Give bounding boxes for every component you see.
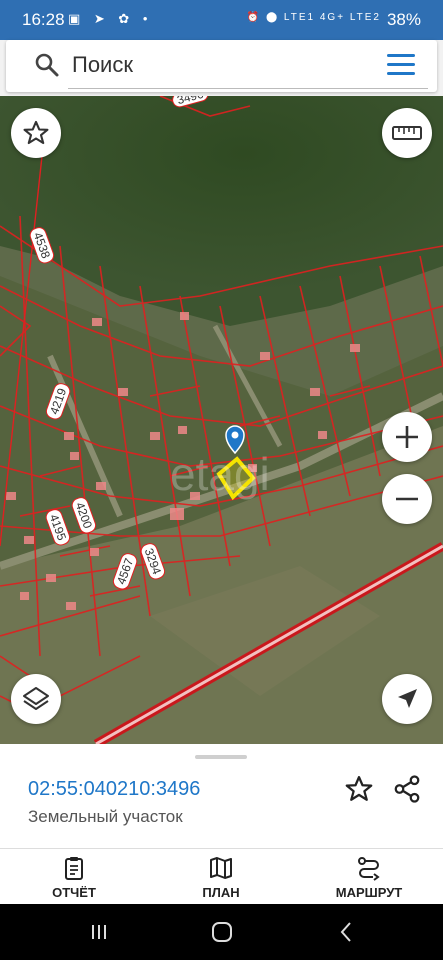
object-type-label: Земельный участок (28, 807, 183, 826)
search-input[interactable]: Поиск (72, 50, 372, 80)
layers-button[interactable] (11, 674, 61, 724)
search-bar[interactable]: Поиск (6, 40, 437, 92)
zoom-out-button[interactable] (382, 474, 432, 524)
search-bar-container: Поиск (0, 40, 443, 96)
search-icon[interactable] (34, 52, 60, 78)
layers-icon (23, 687, 49, 710)
route-icon (358, 857, 380, 881)
nav-report-label: ОТЧЁТ (52, 885, 96, 900)
nav-report[interactable]: ОТЧЁТ (24, 855, 124, 903)
ruler-icon (392, 126, 422, 140)
favorite-star-icon[interactable] (344, 774, 374, 804)
back-icon[interactable] (332, 918, 362, 946)
map-view[interactable]: etagi 4538 4219 4200 4195 4567 3294 3496 (0, 96, 443, 744)
zoom-in-button[interactable] (382, 412, 432, 462)
map-watermark: etagi (170, 448, 270, 500)
home-icon[interactable] (207, 918, 237, 946)
nav-plan[interactable]: ПЛАН (171, 855, 271, 903)
parcel-info-sheet[interactable]: 02:55:040210:3496 Земельный участок (0, 744, 443, 848)
map-icon (210, 857, 232, 879)
bottom-navigation: ОТЧЁТ ПЛАН МАРШРУТ (0, 848, 443, 904)
nav-route-label: МАРШРУТ (335, 885, 403, 900)
battery-level: 38% (386, 10, 421, 29)
search-underline (68, 88, 428, 89)
nav-plan-label: ПЛАН (202, 885, 240, 900)
menu-icon[interactable] (387, 54, 415, 76)
report-icon (65, 857, 83, 880)
satellite-map[interactable]: etagi 4538 4219 4200 4195 4567 3294 3496 (0, 96, 443, 744)
system-navigation-bar (0, 904, 443, 960)
ruler-button[interactable] (382, 108, 432, 158)
plus-icon (396, 426, 418, 448)
my-location-button[interactable] (382, 674, 432, 724)
signal-icons: ⏰ ⬤ LTE1 4G+ LTE2 (246, 12, 381, 23)
star-icon (23, 120, 49, 145)
share-icon[interactable] (392, 774, 422, 804)
status-time: 16:28 (22, 10, 65, 29)
recent-apps-icon[interactable] (84, 918, 114, 946)
favorites-button[interactable] (11, 108, 61, 158)
minus-icon (396, 497, 418, 501)
navigation-arrow-icon (398, 689, 417, 708)
notification-icons: ▣ ➤ ✿ • (68, 11, 153, 26)
status-bar: 16:28 ▣ ➤ ✿ • ⏰ ⬤ LTE1 4G+ LTE2 38% (0, 0, 443, 40)
cadastral-number-link[interactable]: 02:55:040210:3496 (28, 778, 200, 801)
nav-route[interactable]: МАРШРУТ (319, 855, 419, 903)
sheet-drag-handle[interactable] (195, 755, 247, 759)
